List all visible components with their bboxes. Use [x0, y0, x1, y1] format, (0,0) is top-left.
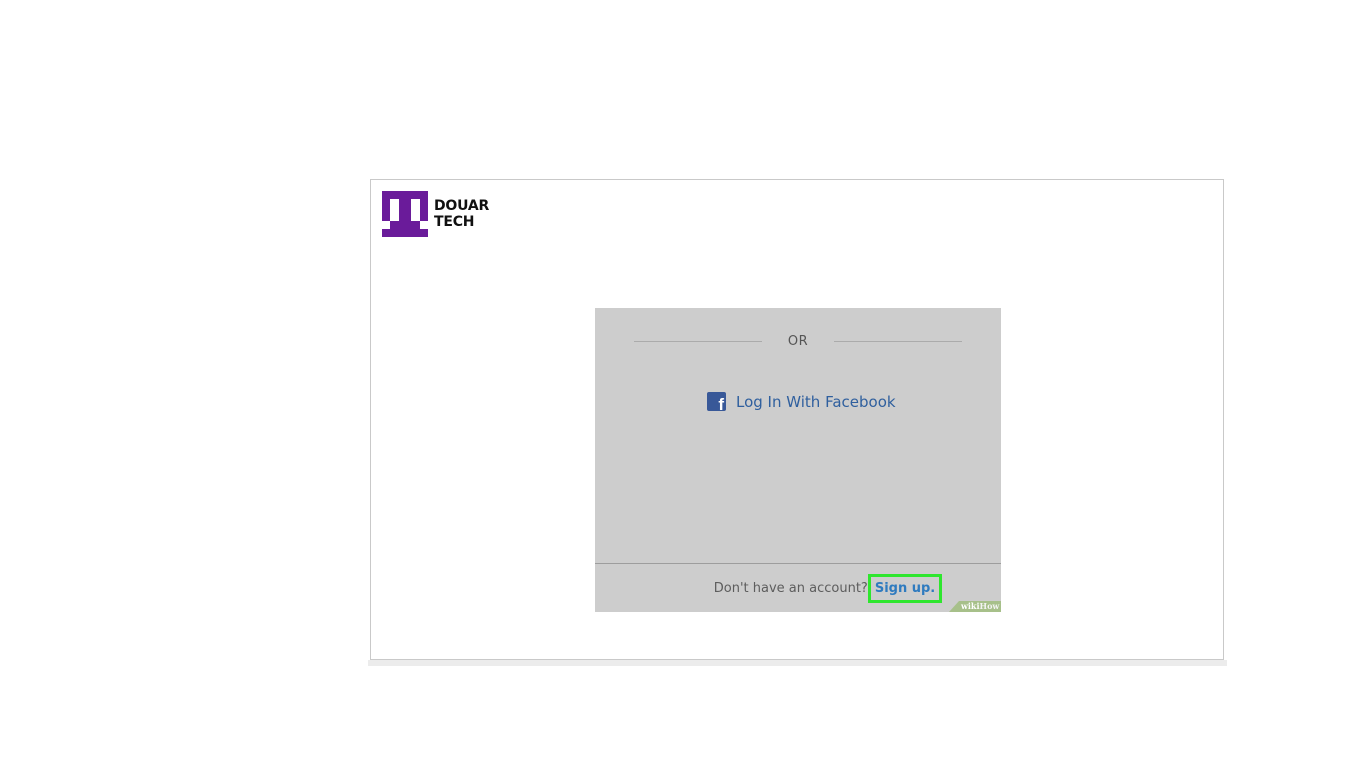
login-panel: OR f Log In With Facebook Don't have an … — [595, 308, 1001, 612]
wikihow-how-text: How — [979, 601, 1000, 611]
page: DOUAR TECH OR f Log In With Facebook Don… — [0, 0, 1366, 768]
or-divider-line-right — [834, 341, 962, 342]
douar-tech-logo-icon — [382, 191, 428, 237]
login-window: DOUAR TECH OR f Log In With Facebook Don… — [370, 179, 1224, 660]
signup-prompt: Don't have an account? — [713, 580, 868, 596]
brand-name: DOUAR TECH — [434, 198, 489, 230]
facebook-login-label: Log In With Facebook — [736, 392, 896, 411]
brand-name-line2: TECH — [434, 214, 475, 230]
brand-logo[interactable]: DOUAR TECH — [382, 191, 489, 237]
frame-shadow — [368, 660, 1227, 666]
brand-name-line1: DOUAR — [434, 198, 490, 214]
wikihow-wiki-text: wiki — [961, 601, 980, 611]
or-divider: OR — [634, 334, 962, 350]
panel-divider — [595, 563, 1001, 564]
facebook-icon: f — [707, 392, 726, 411]
wikihow-watermark-text: wikiHow — [961, 601, 999, 612]
facebook-login-button[interactable]: f Log In With Facebook — [707, 392, 896, 411]
signup-link[interactable]: Sign up. — [867, 573, 943, 603]
signup-row: Don't have an account? Sign up. — [595, 572, 1001, 604]
